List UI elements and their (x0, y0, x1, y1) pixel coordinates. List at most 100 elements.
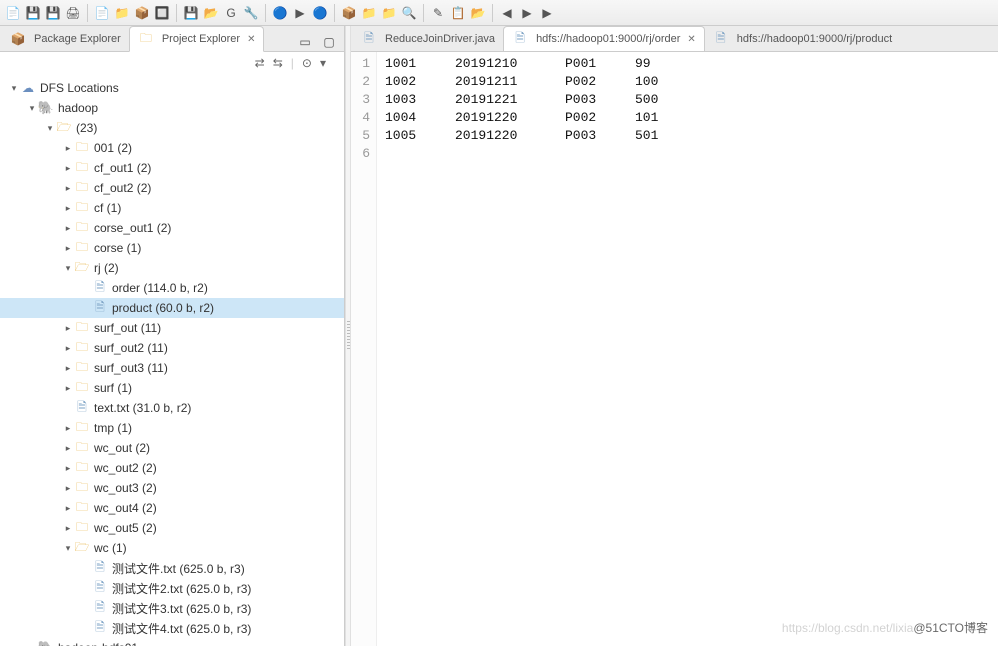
tree-row[interactable]: ▸🗀cf (1) (0, 198, 344, 218)
toolbar-button[interactable]: G (222, 4, 240, 22)
twisty-icon[interactable]: ▸ (62, 323, 74, 334)
toolbar-button[interactable]: ▶ (518, 4, 536, 22)
toolbar-button[interactable]: ◀ (498, 4, 516, 22)
tree-row[interactable]: ▸🗀wc_out4 (2) (0, 498, 344, 518)
tree-row[interactable]: ▸🗀wc_out5 (2) (0, 518, 344, 538)
twisty-icon[interactable]: ▸ (62, 163, 74, 174)
tree-row[interactable]: 🗎order (114.0 b, r2) (0, 278, 344, 298)
project-tree[interactable]: ▾☁DFS Locations▾🐘hadoop▾🗁(23)▸🗀001 (2)▸🗀… (0, 74, 344, 646)
code-cell: 1004 (385, 110, 455, 128)
tree-row[interactable]: 🗎text.txt (31.0 b, r2) (0, 398, 344, 418)
view-menu-icon[interactable]: ▾ (320, 56, 326, 70)
collapse-all-icon[interactable]: ⇄ (255, 56, 265, 70)
toolbar-button[interactable]: 📁 (360, 4, 378, 22)
twisty-icon[interactable]: ▸ (62, 523, 74, 534)
toolbar-button[interactable]: 📂 (469, 4, 487, 22)
tree-row[interactable]: ▾🗁(23) (0, 118, 344, 138)
toolbar-button[interactable]: 📄 (4, 4, 22, 22)
tree-row[interactable]: ▸🗀cf_out2 (2) (0, 178, 344, 198)
toolbar-button[interactable]: 💾 (182, 4, 200, 22)
tree-label: wc_out2 (2) (94, 461, 157, 475)
toolbar-button[interactable]: 📋 (449, 4, 467, 22)
watermark: https://blog.csdn.net/lixia@51CTO博客 (782, 619, 988, 636)
editor-tab[interactable]: 🗎hdfs://hadoop01:9000/rj/product (705, 27, 900, 51)
twisty-icon[interactable]: ▸ (62, 423, 74, 434)
minimize-icon[interactable]: ▭ (296, 33, 314, 51)
twisty-icon[interactable]: ▸ (62, 463, 74, 474)
toolbar-button[interactable]: 📄 (93, 4, 111, 22)
toolbar-button[interactable]: 💾 (24, 4, 42, 22)
twisty-icon[interactable]: ▾ (8, 83, 20, 94)
code-area[interactable]: 100120191210P00199100220191211P002100100… (377, 52, 998, 646)
editor-tab[interactable]: 🗎hdfs://hadoop01:9000/rj/order✕ (503, 26, 705, 52)
twisty-icon[interactable]: ▾ (62, 263, 74, 274)
twisty-icon[interactable]: ▸ (62, 443, 74, 454)
tree-row[interactable]: ▾🗁wc (1) (0, 538, 344, 558)
tree-row[interactable]: 🗎product (60.0 b, r2) (0, 298, 344, 318)
tree-row[interactable]: ▸🗀corse_out1 (2) (0, 218, 344, 238)
toolbar-button[interactable]: 📂 (202, 4, 220, 22)
twisty-icon[interactable]: ▾ (62, 543, 74, 554)
close-icon[interactable]: ✕ (247, 34, 255, 45)
toolbar-button[interactable]: 🖨 (64, 4, 82, 22)
twisty-icon[interactable]: ▸ (62, 363, 74, 374)
twisty-icon[interactable]: ▸ (62, 383, 74, 394)
tree-row[interactable]: 🗎测试文件3.txt (625.0 b, r3) (0, 598, 344, 618)
link-editor-icon[interactable]: ⇆ (273, 56, 283, 70)
tree-row[interactable]: ▸🗀wc_out3 (2) (0, 478, 344, 498)
twisty-icon[interactable]: ▸ (62, 243, 74, 254)
tree-row[interactable]: 🗎测试文件2.txt (625.0 b, r3) (0, 578, 344, 598)
code-cell: 1003 (385, 92, 455, 110)
tree-row[interactable]: ▸🗀wc_out (2) (0, 438, 344, 458)
toolbar-button[interactable]: 📦 (133, 4, 151, 22)
tree-row[interactable]: ▸🗀001 (2) (0, 138, 344, 158)
code-cell: 20191220 (455, 110, 565, 128)
toolbar-button[interactable]: 📁 (380, 4, 398, 22)
toolbar-button[interactable]: 📁 (113, 4, 131, 22)
tab-project-explorer[interactable]: 🗀 Project Explorer ✕ (129, 26, 265, 52)
twisty-icon[interactable]: ▸ (26, 643, 38, 646)
toolbar-button[interactable]: 💾 (44, 4, 62, 22)
toolbar-button[interactable]: 🔵 (271, 4, 289, 22)
twisty-icon[interactable]: ▾ (26, 103, 38, 114)
twisty-icon[interactable]: ▾ (44, 123, 56, 134)
tree-row[interactable]: ▸🗀surf (1) (0, 378, 344, 398)
tree-row[interactable]: ▾🐘hadoop (0, 98, 344, 118)
twisty-icon[interactable]: ▸ (62, 343, 74, 354)
code-line: 100320191221P003500 (385, 92, 998, 110)
toolbar-button[interactable]: 🔧 (242, 4, 260, 22)
tree-row[interactable]: ▾☁DFS Locations (0, 78, 344, 98)
toolbar-button[interactable]: ✎ (429, 4, 447, 22)
twisty-icon[interactable]: ▸ (62, 143, 74, 154)
close-icon[interactable]: ✕ (687, 34, 695, 45)
focus-icon[interactable]: ⊙ (302, 56, 312, 70)
tree-row[interactable]: ▸🗀surf_out (11) (0, 318, 344, 338)
tree-row[interactable]: 🗎测试文件.txt (625.0 b, r3) (0, 558, 344, 578)
twisty-icon[interactable]: ▸ (62, 503, 74, 514)
tree-row[interactable]: ▸🗀tmp (1) (0, 418, 344, 438)
toolbar-button[interactable]: 🔵 (311, 4, 329, 22)
maximize-icon[interactable]: ▢ (320, 33, 338, 51)
twisty-icon[interactable]: ▸ (62, 183, 74, 194)
toolbar-button[interactable]: 🔲 (153, 4, 171, 22)
tree-row[interactable]: ▸🐘hadoop-hdfs01 (0, 638, 344, 646)
toolbar-button[interactable]: ▶ (538, 4, 556, 22)
twisty-icon[interactable]: ▸ (62, 483, 74, 494)
twisty-icon[interactable]: ▸ (62, 223, 74, 234)
tree-row[interactable]: ▸🗀wc_out2 (2) (0, 458, 344, 478)
tree-row[interactable]: 🗎测试文件4.txt (625.0 b, r3) (0, 618, 344, 638)
tab-package-explorer[interactable]: 📦 Package Explorer (2, 27, 129, 51)
file-icon: 🗎 (713, 31, 729, 47)
tree-row[interactable]: ▾🗁rj (2) (0, 258, 344, 278)
tree-row[interactable]: ▸🗀cf_out1 (2) (0, 158, 344, 178)
toolbar-button[interactable]: ▶ (291, 4, 309, 22)
toolbar-button[interactable]: 🔍 (400, 4, 418, 22)
tree-row[interactable]: ▸🗀surf_out2 (11) (0, 338, 344, 358)
toolbar-button[interactable]: 📦 (340, 4, 358, 22)
code-cell: 1001 (385, 56, 455, 74)
tree-label: 测试文件.txt (625.0 b, r3) (112, 560, 245, 577)
tree-row[interactable]: ▸🗀surf_out3 (11) (0, 358, 344, 378)
tree-row[interactable]: ▸🗀corse (1) (0, 238, 344, 258)
twisty-icon[interactable]: ▸ (62, 203, 74, 214)
editor-tab[interactable]: 🗎ReduceJoinDriver.java (353, 27, 503, 51)
